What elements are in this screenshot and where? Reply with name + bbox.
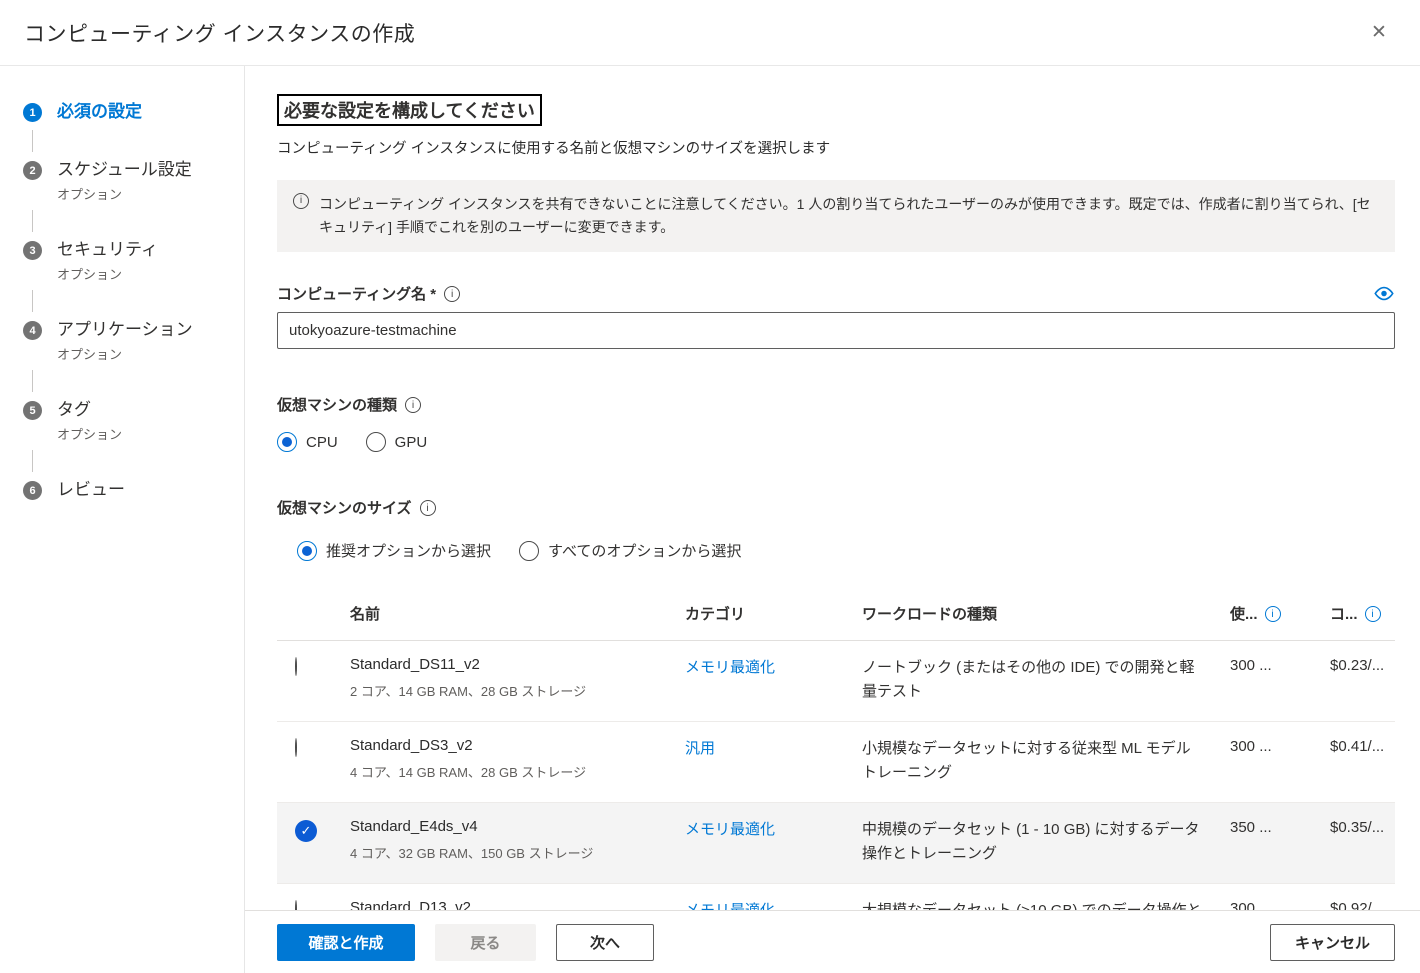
step-sublabel: オプション (57, 344, 193, 363)
radio-unselected-icon[interactable] (295, 738, 297, 757)
step-label: セキュリティ (57, 239, 158, 261)
step-label: レビュー (57, 479, 125, 501)
step-number-badge: 5 (23, 401, 42, 420)
step-sublabel: オプション (57, 424, 122, 443)
step-required-settings[interactable]: 1 必須の設定 (23, 101, 244, 123)
radio-selected-icon (297, 541, 317, 561)
radio-unselected-icon[interactable] (295, 657, 297, 676)
col-header-cost: コ... i (1330, 603, 1395, 624)
radio-checked-icon[interactable]: ✓ (295, 820, 317, 842)
radio-selected-icon (277, 432, 297, 452)
vm-type-radio-group: CPU GPU (277, 432, 1395, 452)
step-number-badge: 1 (23, 103, 42, 122)
back-button[interactable]: 戻る (435, 924, 536, 961)
info-icon: i (420, 500, 436, 516)
radio-unselected-icon (519, 541, 539, 561)
vm-type-label: 仮想マシンの種類 i (277, 394, 1395, 415)
dialog-footer: 確認と作成 戻る 次へ キャンセル (245, 910, 1420, 973)
vm-workload: ノートブック (またはその他の IDE) での開発と軽量テスト (862, 656, 1230, 704)
vm-quota: 300 ... (1230, 737, 1330, 755)
step-label: アプリケーション (57, 319, 193, 341)
vm-cost: $0.35/... (1330, 818, 1395, 836)
step-label: タグ (57, 399, 122, 421)
radio-cpu[interactable]: CPU (277, 432, 338, 452)
radio-gpu[interactable]: GPU (366, 432, 428, 452)
info-banner: i コンピューティング インスタンスを共有できないことに注意してください。1 人… (277, 180, 1395, 252)
main-scroll-area[interactable]: 必要な設定を構成してください コンピューティング インスタンスに使用する名前と仮… (245, 66, 1420, 973)
create-and-review-button[interactable]: 確認と作成 (277, 924, 415, 961)
vm-spec: 4 コア、14 GB RAM、28 GB ストレージ (350, 762, 685, 781)
vm-size-label: 仮想マシンのサイズ i (277, 497, 1395, 518)
info-icon: i (405, 397, 421, 413)
table-header-row: 名前 カテゴリ ワークロードの種類 使... i コ... i (277, 588, 1395, 641)
close-icon[interactable]: ✕ (1362, 16, 1396, 50)
radio-all-options[interactable]: すべてのオプションから選択 (519, 540, 741, 561)
vm-quota: 350 ... (1230, 818, 1330, 836)
table-row[interactable]: Standard_DS11_v2 2 コア、14 GB RAM、28 GB スト… (277, 641, 1395, 722)
col-header-category: カテゴリ (685, 603, 862, 624)
stepper-sidebar: 1 必須の設定 2 スケジュール設定 オプション 3 セキュリティ オプション (0, 66, 245, 973)
col-header-workload: ワークロードの種類 (862, 603, 1230, 624)
step-connector (32, 130, 33, 152)
create-compute-instance-dialog: コンピューティング インスタンスの作成 ✕ 1 必須の設定 2 スケジュール設定… (0, 0, 1420, 973)
table-row-selected[interactable]: ✓ Standard_E4ds_v4 4 コア、32 GB RAM、150 GB… (277, 803, 1395, 884)
vm-category-link[interactable]: メモリ最適化 (685, 818, 862, 839)
step-connector (32, 290, 33, 312)
vm-spec: 4 コア、32 GB RAM、150 GB ストレージ (350, 843, 685, 862)
step-tags[interactable]: 5 タグ オプション (23, 399, 244, 443)
dialog-title: コンピューティング インスタンスの作成 (24, 18, 415, 48)
step-schedule[interactable]: 2 スケジュール設定 オプション (23, 159, 244, 203)
step-number-badge: 6 (23, 481, 42, 500)
eye-icon[interactable] (1373, 286, 1395, 301)
step-connector (32, 450, 33, 472)
compute-name-input[interactable] (277, 312, 1395, 349)
step-connector (32, 370, 33, 392)
step-applications[interactable]: 4 アプリケーション オプション (23, 319, 244, 363)
step-connector (32, 210, 33, 232)
next-button[interactable]: 次へ (556, 924, 654, 961)
step-number-badge: 3 (23, 241, 42, 260)
info-icon[interactable]: i (1265, 606, 1281, 622)
vm-name: Standard_DS11_v2 (350, 656, 685, 673)
step-sublabel: オプション (57, 264, 158, 283)
vm-name: Standard_E4ds_v4 (350, 818, 685, 835)
vm-name: Standard_DS3_v2 (350, 737, 685, 754)
vm-cost: $0.41/... (1330, 737, 1395, 755)
info-icon[interactable]: i (1365, 606, 1381, 622)
step-label: スケジュール設定 (57, 159, 192, 181)
vm-category-link[interactable]: メモリ最適化 (685, 656, 862, 677)
info-banner-text: コンピューティング インスタンスを共有できないことに注意してください。1 人の割… (319, 193, 1379, 239)
step-review[interactable]: 6 レビュー (23, 479, 244, 501)
vm-category-link[interactable]: 汎用 (685, 737, 862, 758)
step-label: 必須の設定 (57, 101, 142, 123)
info-icon: i (444, 286, 460, 302)
step-number-badge: 2 (23, 161, 42, 180)
col-header-quota: 使... i (1230, 603, 1330, 624)
page-subtitle: コンピューティング インスタンスに使用する名前と仮想マシンのサイズを選択します (277, 137, 1395, 158)
step-sublabel: オプション (57, 184, 192, 203)
cancel-button[interactable]: キャンセル (1270, 924, 1395, 961)
radio-recommended-options[interactable]: 推奨オプションから選択 (297, 540, 491, 561)
vm-cost: $0.23/... (1330, 656, 1395, 674)
vm-size-table: 名前 カテゴリ ワークロードの種類 使... i コ... i (277, 588, 1395, 965)
vm-spec: 2 コア、14 GB RAM、28 GB ストレージ (350, 681, 685, 700)
main-panel: 必要な設定を構成してください コンピューティング インスタンスに使用する名前と仮… (245, 66, 1420, 973)
info-icon: i (293, 193, 309, 209)
vm-workload: 小規模なデータセットに対する従来型 ML モデル トレーニング (862, 737, 1230, 785)
table-row[interactable]: Standard_DS3_v2 4 コア、14 GB RAM、28 GB ストレ… (277, 722, 1395, 803)
step-security[interactable]: 3 セキュリティ オプション (23, 239, 244, 283)
dialog-body: 1 必須の設定 2 スケジュール設定 オプション 3 セキュリティ オプション (0, 66, 1420, 973)
radio-unselected-icon (366, 432, 386, 452)
step-number-badge: 4 (23, 321, 42, 340)
compute-name-label: コンピューティング名 * i (277, 283, 460, 304)
vm-quota: 300 ... (1230, 656, 1330, 674)
page-title: 必要な設定を構成してください (277, 94, 542, 126)
col-header-name: 名前 (350, 603, 685, 624)
vm-workload: 中規模のデータセット (1 - 10 GB) に対するデータ操作とトレーニング (862, 818, 1230, 866)
vm-size-radio-group: 推奨オプションから選択 すべてのオプションから選択 (297, 540, 1395, 561)
dialog-header: コンピューティング インスタンスの作成 ✕ (0, 0, 1420, 66)
